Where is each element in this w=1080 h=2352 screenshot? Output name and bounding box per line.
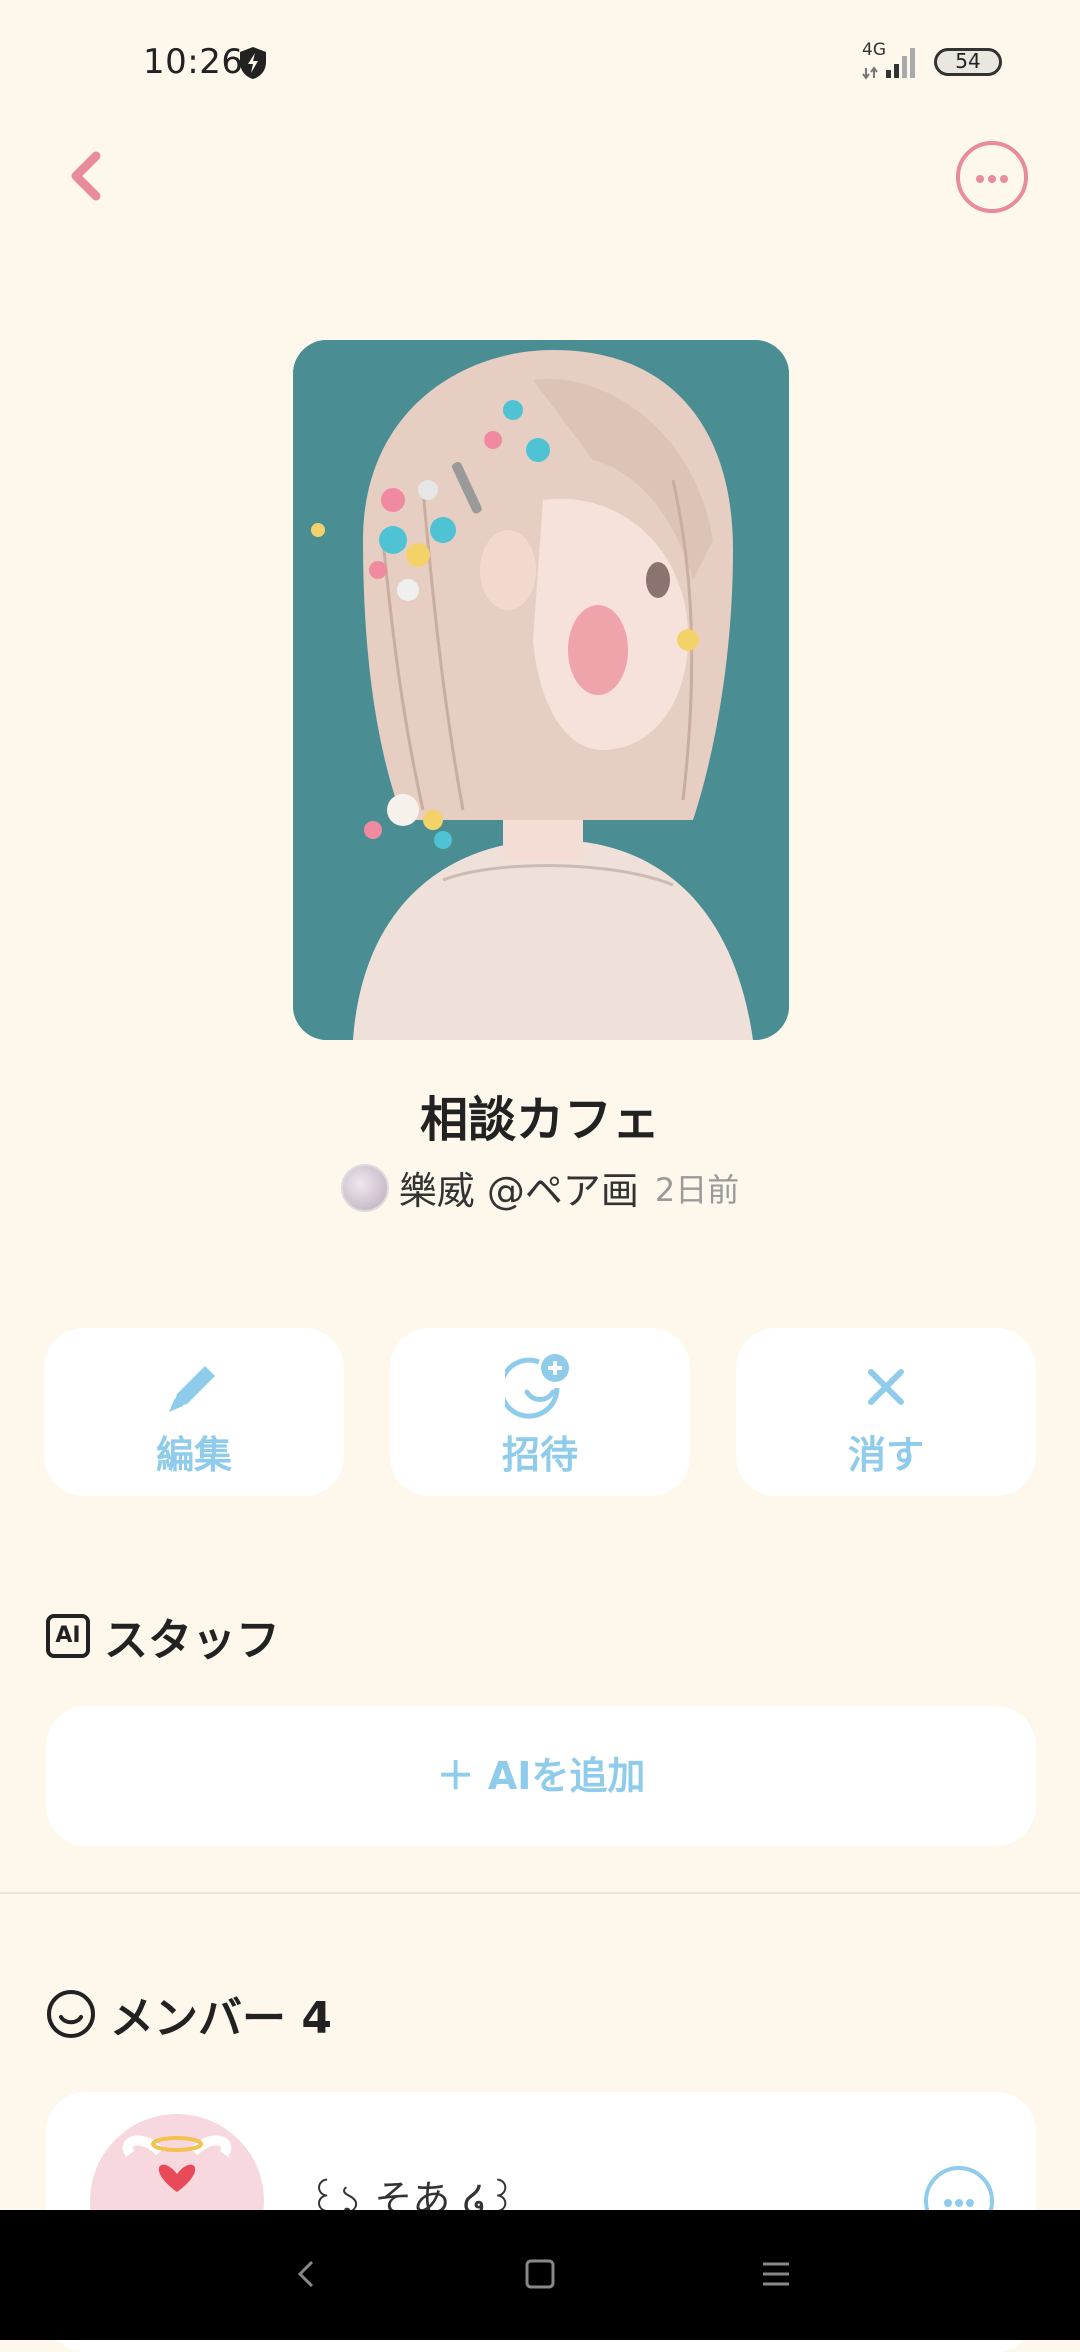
dot-icon bbox=[955, 2199, 963, 2207]
back-button[interactable] bbox=[56, 140, 116, 212]
dot-icon bbox=[976, 175, 984, 183]
more-options-button[interactable] bbox=[956, 141, 1028, 213]
room-artwork bbox=[293, 340, 789, 1040]
nav-home-icon[interactable] bbox=[514, 2248, 566, 2300]
members-title: メンバー 4 bbox=[110, 1993, 332, 2044]
invite-label: 招待 bbox=[501, 1433, 578, 1477]
dot-icon bbox=[944, 2199, 952, 2207]
signal-icon: 4G bbox=[862, 40, 922, 80]
edit-label: 編集 bbox=[155, 1433, 232, 1477]
pencil-icon bbox=[169, 1366, 215, 1412]
dot-icon bbox=[988, 175, 996, 183]
members-section-header: メンバー 4 bbox=[46, 1982, 332, 2046]
dot-icon bbox=[1000, 175, 1008, 183]
add-friend-smile-icon bbox=[505, 1354, 569, 1419]
status-bar: 10:26 4G 54 bbox=[0, 0, 1080, 120]
close-icon bbox=[868, 1369, 904, 1405]
post-time: 2日前 bbox=[654, 1170, 740, 1209]
smile-icon bbox=[47, 1990, 95, 2038]
battery-level: 54 bbox=[955, 49, 981, 73]
delete-button[interactable]: 消す bbox=[736, 1328, 1036, 1496]
add-ai-button[interactable]: ＋ AIを追加 bbox=[46, 1706, 1036, 1846]
owner-name[interactable]: 樂威 @ペア画 bbox=[399, 1160, 639, 1215]
dot-icon bbox=[966, 2199, 974, 2207]
ai-icon: AI bbox=[46, 1614, 90, 1658]
delete-label: 消す bbox=[847, 1433, 924, 1477]
battery-icon: 54 bbox=[934, 48, 1002, 76]
shield-bolt-icon bbox=[240, 47, 266, 79]
owner-avatar[interactable] bbox=[340, 1163, 389, 1212]
invite-button[interactable]: 招待 bbox=[390, 1328, 690, 1496]
illustration-girl-with-flowers bbox=[293, 340, 789, 1040]
staff-section-header: AI スタッフ bbox=[46, 1604, 280, 1668]
system-nav-bar bbox=[0, 2210, 1080, 2340]
divider bbox=[0, 1892, 1080, 1894]
nav-back-icon[interactable] bbox=[280, 2248, 332, 2300]
edit-button[interactable]: 編集 bbox=[44, 1328, 344, 1496]
staff-title: スタッフ bbox=[104, 1615, 280, 1666]
status-time: 10:26 bbox=[143, 42, 244, 82]
owner-row[interactable]: 樂威 @ペア画 2日前 bbox=[0, 1160, 1080, 1215]
room-title: 相談カフェ bbox=[419, 1092, 660, 1148]
nav-menu-icon[interactable] bbox=[750, 2248, 802, 2300]
